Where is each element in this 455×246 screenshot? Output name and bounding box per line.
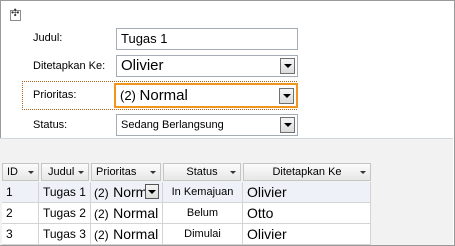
assigned-combobox[interactable]: Olivier (116, 55, 298, 77)
cell-id: 2 (2, 203, 39, 224)
cell-prioritas[interactable]: (2) Norm (91, 182, 163, 203)
column-header-assigned[interactable]: Ditetapkan Ke (243, 163, 371, 181)
cell-status[interactable]: In Kemajuan (163, 182, 243, 203)
column-header-assigned-label: Ditetapkan Ke (272, 166, 342, 178)
status-value: Sedang Berlangsung (121, 119, 224, 131)
chevron-down-icon[interactable] (279, 88, 294, 104)
priority-prefix: (2) (94, 207, 109, 221)
cell-id: 3 (2, 224, 39, 245)
cell-judul[interactable]: Tugas 3 (39, 224, 91, 245)
priority-value: Normal (113, 226, 159, 242)
status-combobox[interactable]: Sedang Berlangsung (116, 114, 298, 136)
priority-value: Normal (113, 205, 159, 221)
cell-assigned[interactable]: Olivier (243, 224, 371, 245)
column-header-id-label: ID (7, 166, 18, 178)
cell-prioritas[interactable]: (2) Normal (91, 224, 163, 245)
sort-arrow-icon[interactable] (150, 171, 156, 174)
assigned-value: Olivier (121, 57, 164, 74)
cell-prioritas[interactable]: (2) Normal (91, 203, 163, 224)
chevron-down-icon[interactable] (280, 58, 295, 74)
priority-value: Normal (139, 87, 188, 104)
priority-prefix: (2) (94, 228, 109, 242)
sort-arrow-icon[interactable] (78, 171, 84, 174)
column-header-prioritas[interactable]: Prioritas (91, 163, 161, 181)
cell-assigned[interactable]: Olivier (243, 182, 371, 203)
assigned-label: Ditetapkan Ke: (33, 60, 106, 72)
judul-label: Judul: (33, 32, 63, 44)
cell-judul[interactable]: Tugas 1 (39, 182, 91, 203)
cell-status[interactable]: Belum (163, 203, 243, 224)
column-header-status[interactable]: Status (163, 163, 241, 181)
column-header-prioritas-label: Prioritas (96, 166, 137, 178)
cell-status[interactable]: Dimulai (163, 224, 243, 245)
move-handle-icon[interactable] (10, 8, 21, 21)
cell-assigned[interactable]: Otto (243, 203, 371, 224)
column-header-judul[interactable]: Judul (41, 163, 89, 181)
cell-judul[interactable]: Tugas 2 (39, 203, 91, 224)
priority-prefix: (2) (120, 88, 136, 103)
judul-input[interactable]: Tugas 1 (116, 28, 298, 50)
status-label: Status: (33, 119, 68, 131)
cell-id: 1 (2, 182, 39, 203)
sort-arrow-icon[interactable] (28, 171, 34, 174)
chevron-down-icon[interactable] (145, 184, 159, 199)
sort-arrow-icon[interactable] (360, 171, 366, 174)
sort-arrow-icon[interactable] (230, 171, 236, 174)
priority-prefix: (2) (94, 186, 109, 200)
column-header-status-label: Status (186, 166, 218, 178)
judul-value: Tugas 1 (121, 31, 168, 46)
priority-combobox[interactable]: (2) Normal (114, 83, 298, 108)
priority-value: Norm (113, 184, 148, 200)
column-header-judul-label: Judul (48, 166, 75, 178)
column-header-id[interactable]: ID (2, 163, 39, 181)
chevron-down-icon[interactable] (280, 117, 295, 133)
priority-label: Prioritas: (33, 89, 77, 101)
